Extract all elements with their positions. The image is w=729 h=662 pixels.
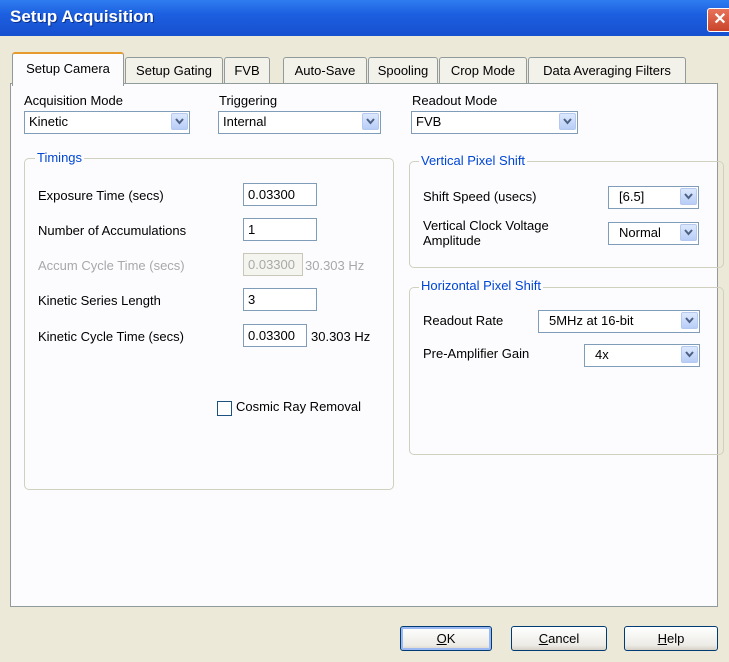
ok-mnemonic: O xyxy=(436,631,447,646)
cosmic-ray-removal-checkbox[interactable] xyxy=(217,401,232,416)
readout-mode-select[interactable]: FVB xyxy=(411,111,578,134)
tab-auto-save[interactable]: Auto-Save xyxy=(283,57,367,84)
horizontal-pixel-shift-legend: Horizontal Pixel Shift xyxy=(419,278,543,293)
chevron-down-icon[interactable] xyxy=(680,224,697,241)
kinetic-series-length-value: 3 xyxy=(248,292,256,307)
cancel-label-rest: ancel xyxy=(548,631,580,646)
preamp-gain-value: 4x xyxy=(595,347,609,362)
accumulations-input[interactable]: 1 xyxy=(243,218,317,241)
cosmic-ray-removal-label[interactable]: Cosmic Ray Removal xyxy=(236,399,361,414)
close-button[interactable]: ✕ xyxy=(707,8,729,32)
tab-data-averaging-filters[interactable]: Data Averaging Filters xyxy=(528,57,686,84)
preamp-gain-select[interactable]: 4x xyxy=(584,344,700,367)
acquisition-mode-label: Acquisition Mode xyxy=(24,93,123,108)
shift-speed-label: Shift Speed (usecs) xyxy=(423,189,537,204)
ok-button[interactable]: OK xyxy=(400,626,492,651)
readout-mode-value: FVB xyxy=(416,114,442,129)
exposure-time-label: Exposure Time (secs) xyxy=(38,188,164,203)
clock-voltage-label-line1: Vertical Clock Voltage xyxy=(423,218,549,233)
readout-rate-label: Readout Rate xyxy=(423,313,504,328)
shift-speed-value: [6.5] xyxy=(619,189,645,204)
acquisition-mode-select[interactable]: Kinetic xyxy=(24,111,190,134)
tab-setup-gating[interactable]: Setup Gating xyxy=(125,57,223,84)
exposure-time-input[interactable]: 0.03300 xyxy=(243,183,317,206)
accum-cycle-frequency: 30.303 Hz xyxy=(305,258,365,273)
timings-group xyxy=(24,158,394,490)
acquisition-mode-value: Kinetic xyxy=(29,114,69,129)
readout-rate-value: 5MHz at 16-bit xyxy=(549,313,634,328)
vertical-pixel-shift-group xyxy=(409,161,724,268)
window-title: Setup Acquisition xyxy=(10,7,154,26)
title-bar[interactable]: Setup Acquisition ✕ xyxy=(0,0,729,36)
kinetic-series-length-input[interactable]: 3 xyxy=(243,288,317,311)
setup-acquisition-dialog: Setup Acquisition ✕ Setup Camera Setup G… xyxy=(0,0,729,662)
ok-label-rest: K xyxy=(446,631,456,646)
kinetic-cycle-time-input[interactable]: 0.03300 xyxy=(243,324,307,347)
exposure-time-value: 0.03300 xyxy=(248,187,295,202)
chevron-down-icon[interactable] xyxy=(362,113,379,130)
help-label-rest: elp xyxy=(667,631,685,646)
tab-setup-camera[interactable]: Setup Camera xyxy=(12,52,124,86)
accumulations-label: Number of Accumulations xyxy=(38,223,187,238)
triggering-select[interactable]: Internal xyxy=(218,111,381,134)
triggering-value: Internal xyxy=(223,114,267,129)
accum-cycle-time-label: Accum Cycle Time (secs) xyxy=(38,258,185,273)
help-button[interactable]: Help xyxy=(624,626,718,651)
accumulations-value: 1 xyxy=(248,222,256,237)
clock-voltage-label-line2: Amplitude xyxy=(423,233,481,248)
timings-legend: Timings xyxy=(35,150,85,165)
chevron-down-icon[interactable] xyxy=(681,312,698,329)
shift-speed-select[interactable]: [6.5] xyxy=(608,186,699,209)
kinetic-series-length-label: Kinetic Series Length xyxy=(38,293,161,308)
chevron-down-icon[interactable] xyxy=(681,346,698,363)
vertical-pixel-shift-legend: Vertical Pixel Shift xyxy=(419,153,528,168)
accum-cycle-time-value: 0.03300 xyxy=(248,257,295,272)
chevron-down-icon[interactable] xyxy=(680,188,697,205)
chevron-down-icon[interactable] xyxy=(559,113,576,130)
tab-spooling[interactable]: Spooling xyxy=(368,57,438,84)
cancel-mnemonic: C xyxy=(538,631,549,646)
help-mnemonic: H xyxy=(657,631,668,646)
clock-voltage-value: Normal xyxy=(619,225,661,240)
readout-mode-label: Readout Mode xyxy=(412,93,498,108)
kinetic-cycle-time-value: 0.03300 xyxy=(248,328,295,343)
accum-cycle-time-input: 0.03300 xyxy=(243,253,303,276)
kinetic-cycle-frequency: 30.303 Hz xyxy=(311,329,371,344)
close-icon: ✕ xyxy=(713,11,727,28)
chevron-down-icon[interactable] xyxy=(171,113,188,130)
triggering-label: Triggering xyxy=(219,93,278,108)
tab-crop-mode[interactable]: Crop Mode xyxy=(439,57,527,84)
kinetic-cycle-time-label: Kinetic Cycle Time (secs) xyxy=(38,329,184,344)
clock-voltage-select[interactable]: Normal xyxy=(608,222,699,245)
preamp-gain-label: Pre-Amplifier Gain xyxy=(423,346,530,361)
tab-fvb[interactable]: FVB xyxy=(224,57,270,84)
readout-rate-select[interactable]: 5MHz at 16-bit xyxy=(538,310,700,333)
setup-camera-panel: Acquisition Mode Kinetic Triggering Inte… xyxy=(10,83,724,607)
cancel-button[interactable]: Cancel xyxy=(511,626,607,651)
